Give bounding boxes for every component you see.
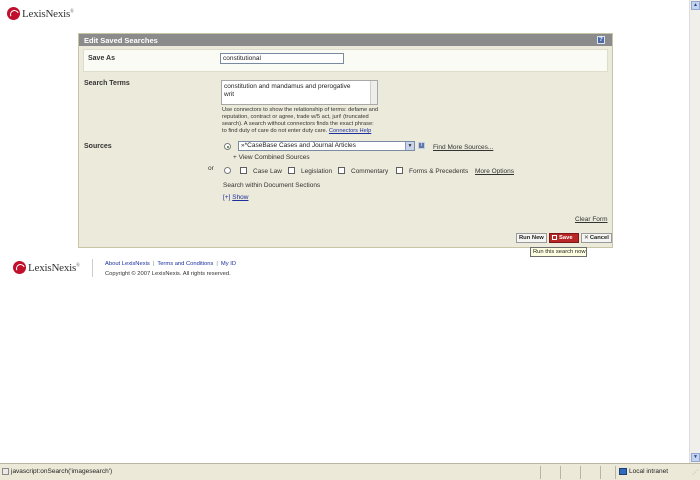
footer-divider (92, 259, 93, 277)
forms-precedents-label: Forms & Precedents (409, 168, 469, 175)
source-select-radio[interactable] (224, 143, 231, 150)
legislation-checkbox[interactable] (288, 167, 295, 174)
my-id-link[interactable]: My ID (221, 261, 236, 267)
commentary-checkbox[interactable] (338, 167, 345, 174)
lexisnexis-logo[interactable]: LexisNexis® (7, 7, 74, 20)
save-button[interactable]: Save (549, 233, 579, 243)
sources-dropdown-value: »*CaseBase Cases and Journal Articles (241, 142, 356, 149)
logo-text: LexisNexis® (22, 7, 74, 20)
or-label: or (208, 165, 214, 172)
terms-conditions-link[interactable]: Terms and Conditions (157, 261, 213, 267)
connectors-help-link[interactable]: Connectors Help (329, 128, 371, 134)
panel-title: Edit Saved Searches (84, 36, 158, 45)
security-zone-text: Local intranet (629, 468, 669, 475)
clear-form-link[interactable]: Clear Form (575, 216, 608, 223)
page-icon (2, 468, 9, 475)
save-icon (552, 234, 557, 240)
about-lexisnexis-link[interactable]: About LexisNexis (105, 261, 150, 267)
commentary-label: Commentary (351, 168, 389, 175)
show-sections-toggle[interactable]: [+] Show (223, 194, 249, 201)
panel-header: Edit Saved Searches ? (79, 34, 612, 46)
status-divider (615, 466, 616, 479)
help-icon[interactable]: ? (597, 36, 605, 44)
search-terms-textarea[interactable]: constitution and mandamus and prerogativ… (221, 80, 378, 105)
textarea-scrollbar[interactable] (370, 81, 377, 104)
connector-help-line: reputation, contract or agree, trade w/5… (222, 114, 369, 120)
case-law-checkbox[interactable] (240, 167, 247, 174)
save-as-row (83, 49, 608, 72)
save-as-input[interactable] (220, 53, 344, 64)
chevron-down-icon[interactable]: ▼ (405, 142, 414, 150)
case-law-label: Case Law (253, 168, 282, 175)
run-search-tooltip: Run this search now (530, 247, 587, 257)
show-link[interactable]: Show (232, 194, 248, 201)
footer-lexisnexis-logo[interactable]: LexisNexis® (13, 261, 80, 274)
connector-help-line: Use connectors to show the relationship … (222, 107, 379, 113)
search-terms-line-1: constitution and mandamus and prerogativ… (224, 83, 351, 90)
search-terms-label: Search Terms (84, 80, 130, 87)
run-new-button[interactable]: Run New (516, 233, 547, 243)
legislation-label: Legislation (301, 168, 333, 175)
source-info-icon[interactable]: i (418, 142, 425, 149)
search-within-label: Search within Document Sections (223, 182, 321, 189)
save-as-label: Save As (88, 55, 115, 62)
scroll-down-icon[interactable]: ▼ (691, 453, 700, 462)
cancel-button[interactable]: ✕Cancel (581, 233, 612, 243)
lexisnexis-logo-icon (7, 7, 20, 20)
status-divider (560, 466, 561, 479)
search-terms-line-2: writ (224, 90, 235, 98)
resize-grip-icon[interactable]: ⋰ (692, 469, 698, 476)
page-scrollbar[interactable]: ▲ ▼ (689, 0, 700, 463)
source-type-radio[interactable] (224, 167, 231, 174)
footer-links: About LexisNexis | Terms and Conditions | My… (105, 261, 237, 267)
status-divider (540, 466, 541, 479)
forms-precedents-checkbox[interactable] (396, 167, 403, 174)
sources-dropdown[interactable]: »*CaseBase Cases and Journal Articles ▼ (238, 141, 415, 151)
more-options-link[interactable]: More Options (475, 168, 514, 175)
close-icon: ✕ (584, 235, 589, 241)
connector-help-line: to find duty of care do not enter duty c… (222, 128, 372, 134)
copyright-text: Copyright © 2007 LexisNexis. All rights … (105, 271, 231, 277)
status-divider (580, 466, 581, 479)
find-more-sources-link[interactable]: Find More Sources... (433, 144, 493, 151)
intranet-zone-icon (619, 468, 627, 475)
edit-saved-searches-panel: Edit Saved Searches ? Save As Search Ter… (78, 33, 613, 248)
lexisnexis-logo-icon (13, 261, 26, 274)
connector-help-line: search). A search without connectors fin… (222, 121, 374, 127)
view-combined-sources-link[interactable]: + View Combined Sources (233, 154, 310, 161)
footer-logo-text: LexisNexis® (28, 261, 80, 274)
status-divider (600, 466, 601, 479)
status-text: javascript:onSearch('imagesearch') (11, 468, 113, 475)
scroll-up-icon[interactable]: ▲ (691, 1, 700, 10)
browser-status-bar: javascript:onSearch('imagesearch') Local… (0, 463, 700, 480)
sources-label: Sources (84, 143, 112, 150)
